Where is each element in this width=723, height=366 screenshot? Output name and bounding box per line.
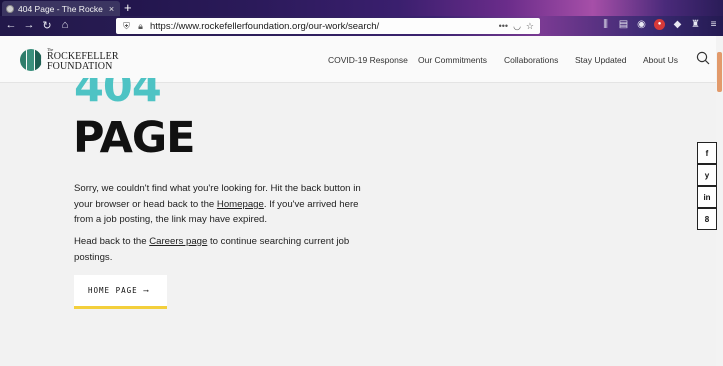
- nav-our-commitments[interactable]: Our Commitments: [418, 55, 487, 65]
- careers-page-link[interactable]: Careers page: [149, 236, 207, 247]
- nav-about-us[interactable]: About Us: [643, 55, 678, 65]
- linkedin-icon[interactable]: in: [697, 186, 717, 208]
- url-text[interactable]: https://www.rockefellerfoundation.org/ou…: [150, 21, 494, 32]
- link-icon[interactable]: 8: [697, 208, 717, 230]
- logo-emblem-icon: [20, 49, 42, 71]
- extension-puzzle-icon[interactable]: ♜: [690, 19, 701, 30]
- lock-icon[interactable]: 🔒︎: [136, 21, 145, 32]
- arrow-right-icon: ⟶: [143, 286, 150, 295]
- nav-covid-19-response[interactable]: COVID-19 Response: [328, 55, 408, 65]
- pocket-icon[interactable]: ◡: [513, 21, 521, 32]
- tab-title: 404 Page - The Rockefell: [18, 3, 103, 14]
- reload-icon[interactable]: ↻: [40, 19, 54, 32]
- error-message: Sorry, we couldn't find what you're look…: [74, 181, 374, 228]
- scrollbar-thumb[interactable]: [717, 52, 722, 92]
- careers-message-part-1: Head back to the: [74, 236, 150, 247]
- back-arrow-icon[interactable]: ←: [4, 19, 18, 31]
- page-scrollbar[interactable]: [716, 36, 723, 366]
- address-bar[interactable]: ⛨ 🔒︎ https://www.rockefellerfoundation.o…: [116, 18, 540, 34]
- shield-icon[interactable]: ⛨: [122, 21, 131, 32]
- site-header: The ROCKEFELLER FOUNDATION COVID-19 Resp…: [0, 36, 716, 83]
- home-page-button[interactable]: HOME PAGE ⟶: [74, 275, 167, 309]
- new-tab-button[interactable]: +: [124, 0, 132, 15]
- library-icon[interactable]: ⫼: [600, 19, 611, 30]
- menu-hamburger-icon[interactable]: ≡: [708, 19, 719, 30]
- nav-stay-updated[interactable]: Stay Updated: [575, 55, 627, 65]
- nav-collaborations[interactable]: Collaborations: [504, 55, 558, 65]
- home-icon[interactable]: ⌂: [58, 19, 72, 31]
- tab-favicon-icon: [6, 4, 14, 13]
- facebook-icon[interactable]: f: [697, 142, 717, 164]
- site-logo[interactable]: The ROCKEFELLER FOUNDATION: [20, 48, 119, 72]
- bookmark-star-icon[interactable]: ☆: [526, 21, 534, 32]
- home-page-button-label: HOME PAGE: [88, 286, 138, 295]
- heading-404: 404: [74, 78, 161, 110]
- heading-page: PAGE: [73, 113, 196, 163]
- extension-icon[interactable]: ◆: [672, 19, 683, 30]
- sidebar-icon[interactable]: ▤: [618, 19, 629, 30]
- forward-arrow-icon[interactable]: →: [22, 19, 36, 31]
- tab-close-icon[interactable]: ×: [107, 4, 116, 14]
- twitter-icon[interactable]: y: [697, 164, 717, 186]
- page-actions-icon[interactable]: •••: [499, 21, 508, 31]
- homepage-link[interactable]: Homepage: [217, 199, 264, 210]
- careers-message: Head back to the Careers page to continu…: [74, 234, 374, 265]
- browser-tab-bar: 404 Page - The Rockefell × +: [0, 0, 723, 16]
- search-icon[interactable]: [696, 51, 710, 65]
- extension-badge-icon[interactable]: ●: [654, 19, 665, 30]
- account-icon[interactable]: ◉: [636, 19, 647, 30]
- browser-toolbar: ← → ↻ ⌂ ⛨ 🔒︎ https://www.rockefellerfoun…: [0, 16, 723, 36]
- logo-line-2: FOUNDATION: [47, 61, 113, 72]
- browser-tab[interactable]: 404 Page - The Rockefell ×: [2, 1, 120, 16]
